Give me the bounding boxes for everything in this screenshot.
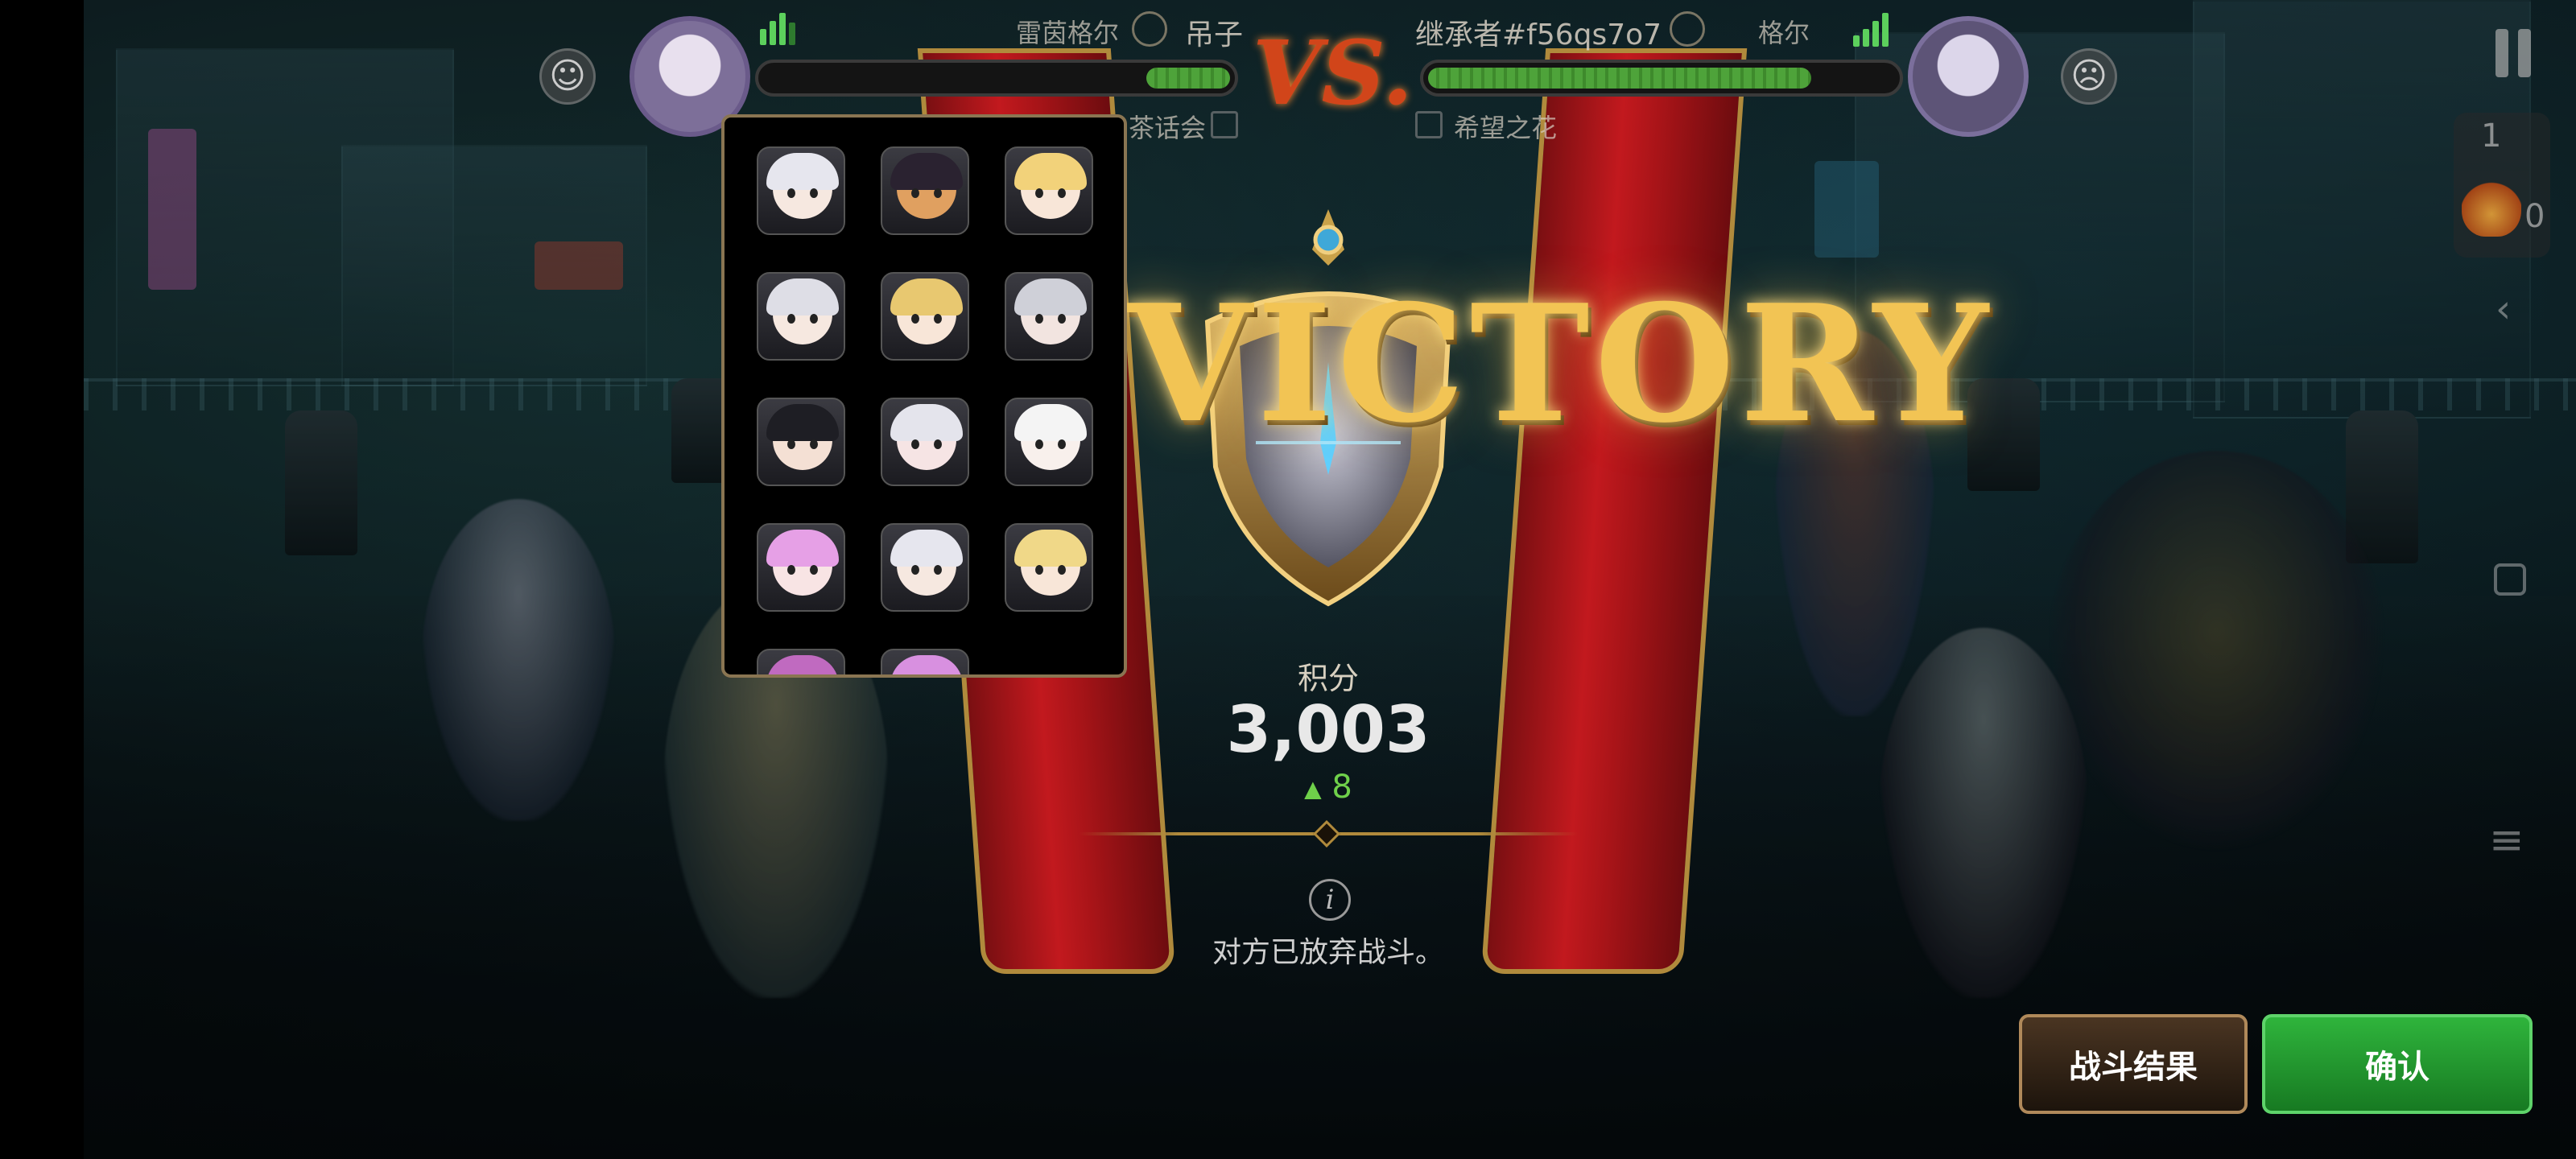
left-hp-bar (755, 60, 1238, 97)
emote-2[interactable] (881, 146, 969, 235)
up-arrow-icon: ▲ (1304, 775, 1322, 802)
left-player-title: 雷茵格尔 (1016, 18, 1120, 48)
emote-eye (1035, 439, 1043, 449)
left-player-name: 吊子 (1185, 19, 1244, 52)
globe-icon (1132, 11, 1167, 47)
emote-eye (911, 565, 919, 575)
emote-13[interactable] (757, 649, 845, 674)
right-signal-icon (1853, 13, 1889, 47)
emote-6[interactable] (1005, 272, 1093, 361)
score-delta: 8 (1331, 769, 1352, 806)
emote-panel[interactable] (721, 114, 1127, 678)
emote-12[interactable] (1005, 523, 1093, 612)
emote-eye (1058, 565, 1066, 575)
emote-eye (1035, 565, 1043, 575)
pause-icon[interactable] (2496, 29, 2534, 77)
guild-badge-icon (1415, 111, 1443, 138)
emote-eye (1035, 188, 1043, 198)
emote-eye (810, 565, 818, 575)
right-player-name: 继承者#f56qs7o7 (1415, 19, 1662, 52)
emote-hair (1014, 404, 1087, 441)
emote-7[interactable] (757, 398, 845, 486)
emote-eye (911, 188, 919, 198)
menu-icon[interactable]: ≡ (2489, 816, 2524, 864)
counter-bottom: 0 (2524, 198, 2545, 235)
right-guild-name: 希望之花 (1454, 113, 1558, 143)
score-value: 3,003 (1226, 692, 1430, 767)
emote-hair (890, 530, 963, 567)
right-hp-fill (1428, 68, 1811, 89)
emote-eye (787, 565, 795, 575)
emote-eye (934, 439, 942, 449)
right-player-avatar[interactable] (1908, 16, 2029, 137)
emote-eye (934, 314, 942, 324)
emote-3[interactable] (1005, 146, 1093, 235)
left-hp-fill (1146, 68, 1230, 89)
right-emote-button[interactable]: ☹ (2061, 48, 2117, 105)
right-player-title: 格尔 (1758, 18, 1810, 48)
emote-eye (911, 439, 919, 449)
info-icon: i (1309, 879, 1351, 921)
left-signal-icon (760, 13, 795, 45)
emote-14[interactable] (881, 649, 969, 674)
globe-icon (1670, 11, 1705, 47)
victory-headline: VICTORY (1127, 270, 1993, 459)
emote-hair (890, 278, 963, 316)
emote-hair (766, 153, 839, 190)
emote-11[interactable] (881, 523, 969, 612)
score-delta-row: ▲ 8 (1046, 769, 1610, 806)
emote-hair (890, 404, 963, 441)
battle-result-button[interactable]: 战斗结果 (2019, 1014, 2248, 1114)
emote-hair (766, 655, 839, 674)
square-icon[interactable] (2494, 563, 2526, 596)
emote-hair (890, 655, 963, 674)
emote-hair (766, 404, 839, 441)
score-label: 积分 (1297, 661, 1359, 696)
emote-eye (787, 439, 795, 449)
emote-eye (810, 314, 818, 324)
emote-eye (810, 439, 818, 449)
counter-top: 1 (2481, 118, 2502, 155)
emote-eye (934, 188, 942, 198)
emote-9[interactable] (1005, 398, 1093, 486)
emote-eye (787, 314, 795, 324)
emote-eye (934, 565, 942, 575)
emote-eye (1035, 314, 1043, 324)
emote-hair (766, 278, 839, 316)
emote-10[interactable] (757, 523, 845, 612)
emote-eye (787, 188, 795, 198)
emote-eye (1058, 188, 1066, 198)
left-guild-name: 茶话会 (1129, 113, 1207, 143)
emote-8[interactable] (881, 398, 969, 486)
emote-eye (911, 314, 919, 324)
emote-1[interactable] (757, 146, 845, 235)
emote-hair (890, 153, 963, 190)
guild-badge-icon (1211, 111, 1238, 138)
right-hp-bar (1420, 60, 1903, 97)
emote-hair (1014, 153, 1087, 190)
vs-emblem: VS. (1253, 21, 1414, 125)
confirm-button[interactable]: 确认 (2262, 1014, 2533, 1114)
chevron-left-icon[interactable]: ‹ (2496, 287, 2511, 332)
emote-4[interactable] (757, 272, 845, 361)
info-message: 对方已放弃战斗。 (1212, 936, 1444, 969)
emote-hair (1014, 530, 1087, 567)
fire-icon (2462, 172, 2521, 237)
emote-hair (1014, 278, 1087, 316)
left-emote-button[interactable]: ☺ (539, 48, 596, 105)
emote-eye (810, 188, 818, 198)
emote-5[interactable] (881, 272, 969, 361)
emote-eye (1058, 314, 1066, 324)
emote-eye (1058, 439, 1066, 449)
emote-hair (766, 530, 839, 567)
